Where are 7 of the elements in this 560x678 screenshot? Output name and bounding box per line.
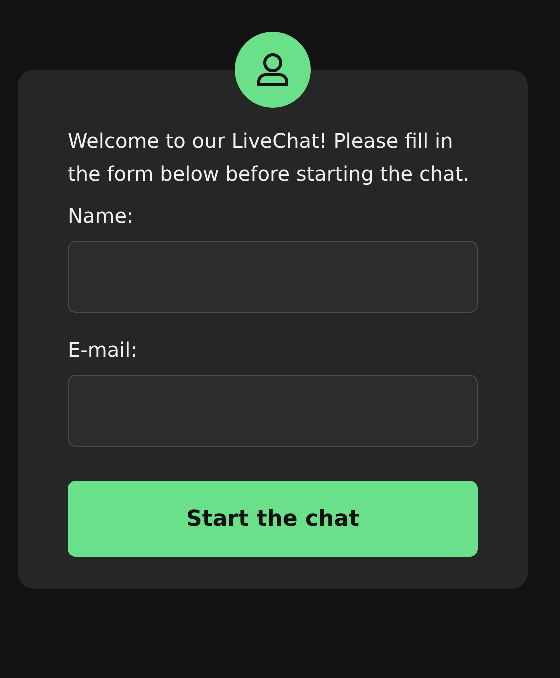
input-field[interactable] [68, 375, 478, 447]
field-label: Name: [68, 203, 135, 229]
input-field[interactable] [68, 241, 478, 313]
start-chat-button[interactable]: Start the chat [68, 481, 478, 557]
field-label: E-mail: [68, 337, 138, 363]
user-icon [256, 52, 290, 88]
welcome-text: Welcome to our LiveChat! Please fill in the form below before starting the chat. [68, 128, 471, 188]
